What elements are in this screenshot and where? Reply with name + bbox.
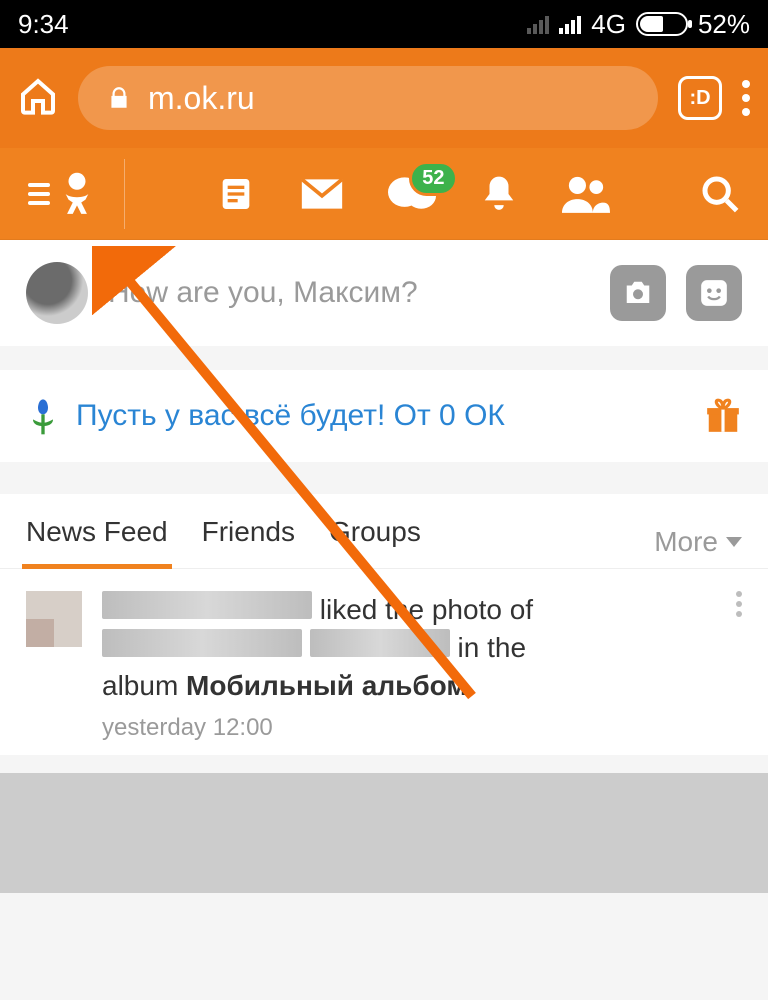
signal-secondary-icon [527,14,549,34]
nav-discussions-button[interactable]: 52 [388,173,436,215]
status-bar: 9:34 4G 52% [0,0,768,48]
redacted-owner [102,629,302,657]
status-right: 4G 52% [527,9,750,40]
browser-menu-button[interactable] [742,80,750,116]
tab-friends[interactable]: Friends [202,516,295,568]
app-nav: 52 [0,148,768,240]
nav-friends-button[interactable] [562,175,610,213]
battery-icon [636,12,688,36]
feed-actor-avatar[interactable] [26,591,82,647]
chevron-down-icon [726,537,742,547]
tab-news-feed[interactable]: News Feed [26,516,168,568]
compose-row: How are you, Максим? [0,240,768,346]
network-label: 4G [591,9,626,40]
feed-image[interactable] [0,773,768,893]
attach-sticker-button[interactable] [686,265,742,321]
tab-groups[interactable]: Groups [329,516,421,568]
redacted-name [102,591,312,619]
nav-feed-button[interactable] [216,174,256,214]
address-url: m.ok.ru [148,80,255,117]
user-avatar[interactable] [26,262,88,324]
gift-icon [704,397,742,435]
flower-icon [26,396,60,436]
menu-button[interactable] [28,171,94,217]
smiley-icon [700,279,728,307]
lock-icon [106,85,132,111]
redacted-extra [310,629,450,657]
promo-banner[interactable]: Пусть у вас всё будет! От 0 ОК [0,370,768,462]
camera-icon [623,280,653,306]
nav-notifications-button[interactable] [480,173,518,215]
people-icon [562,175,610,213]
browser-home-button[interactable] [18,76,58,121]
feed-tabs: News Feed Friends Groups More [0,494,768,568]
search-icon [700,174,740,214]
document-icon [216,174,256,214]
album-name[interactable]: Мобильный альбом [186,670,467,701]
tab-more[interactable]: More [654,526,742,558]
nav-divider [124,159,125,229]
tabs-label: :D [689,87,710,110]
nav-messages-button[interactable] [300,177,344,211]
discussions-badge: 52 [409,161,457,196]
browser-bar: m.ok.ru :D [0,48,768,148]
promo-text: Пусть у вас всё будет! От 0 ОК [76,399,688,433]
feed-item-menu[interactable] [736,591,742,745]
envelope-icon [300,177,344,211]
bell-icon [480,173,518,215]
tab-more-label: More [654,526,718,558]
feed-timestamp: yesterday 12:00 [102,712,716,744]
compose-input[interactable]: How are you, Максим? [108,276,590,310]
nav-search-button[interactable] [700,174,740,214]
status-time: 9:34 [18,9,69,40]
attach-photo-button[interactable] [610,265,666,321]
feed-item: liked the photo of in the album Мобильны… [0,568,768,755]
signal-icon [559,14,581,34]
ok-logo-icon [60,171,94,217]
battery-percent: 52% [698,9,750,40]
address-bar[interactable]: m.ok.ru [78,66,658,130]
tabs-button[interactable]: :D [678,76,722,120]
feed-text: liked the photo of in the album Мобильны… [102,591,716,745]
hamburger-icon [28,183,50,205]
